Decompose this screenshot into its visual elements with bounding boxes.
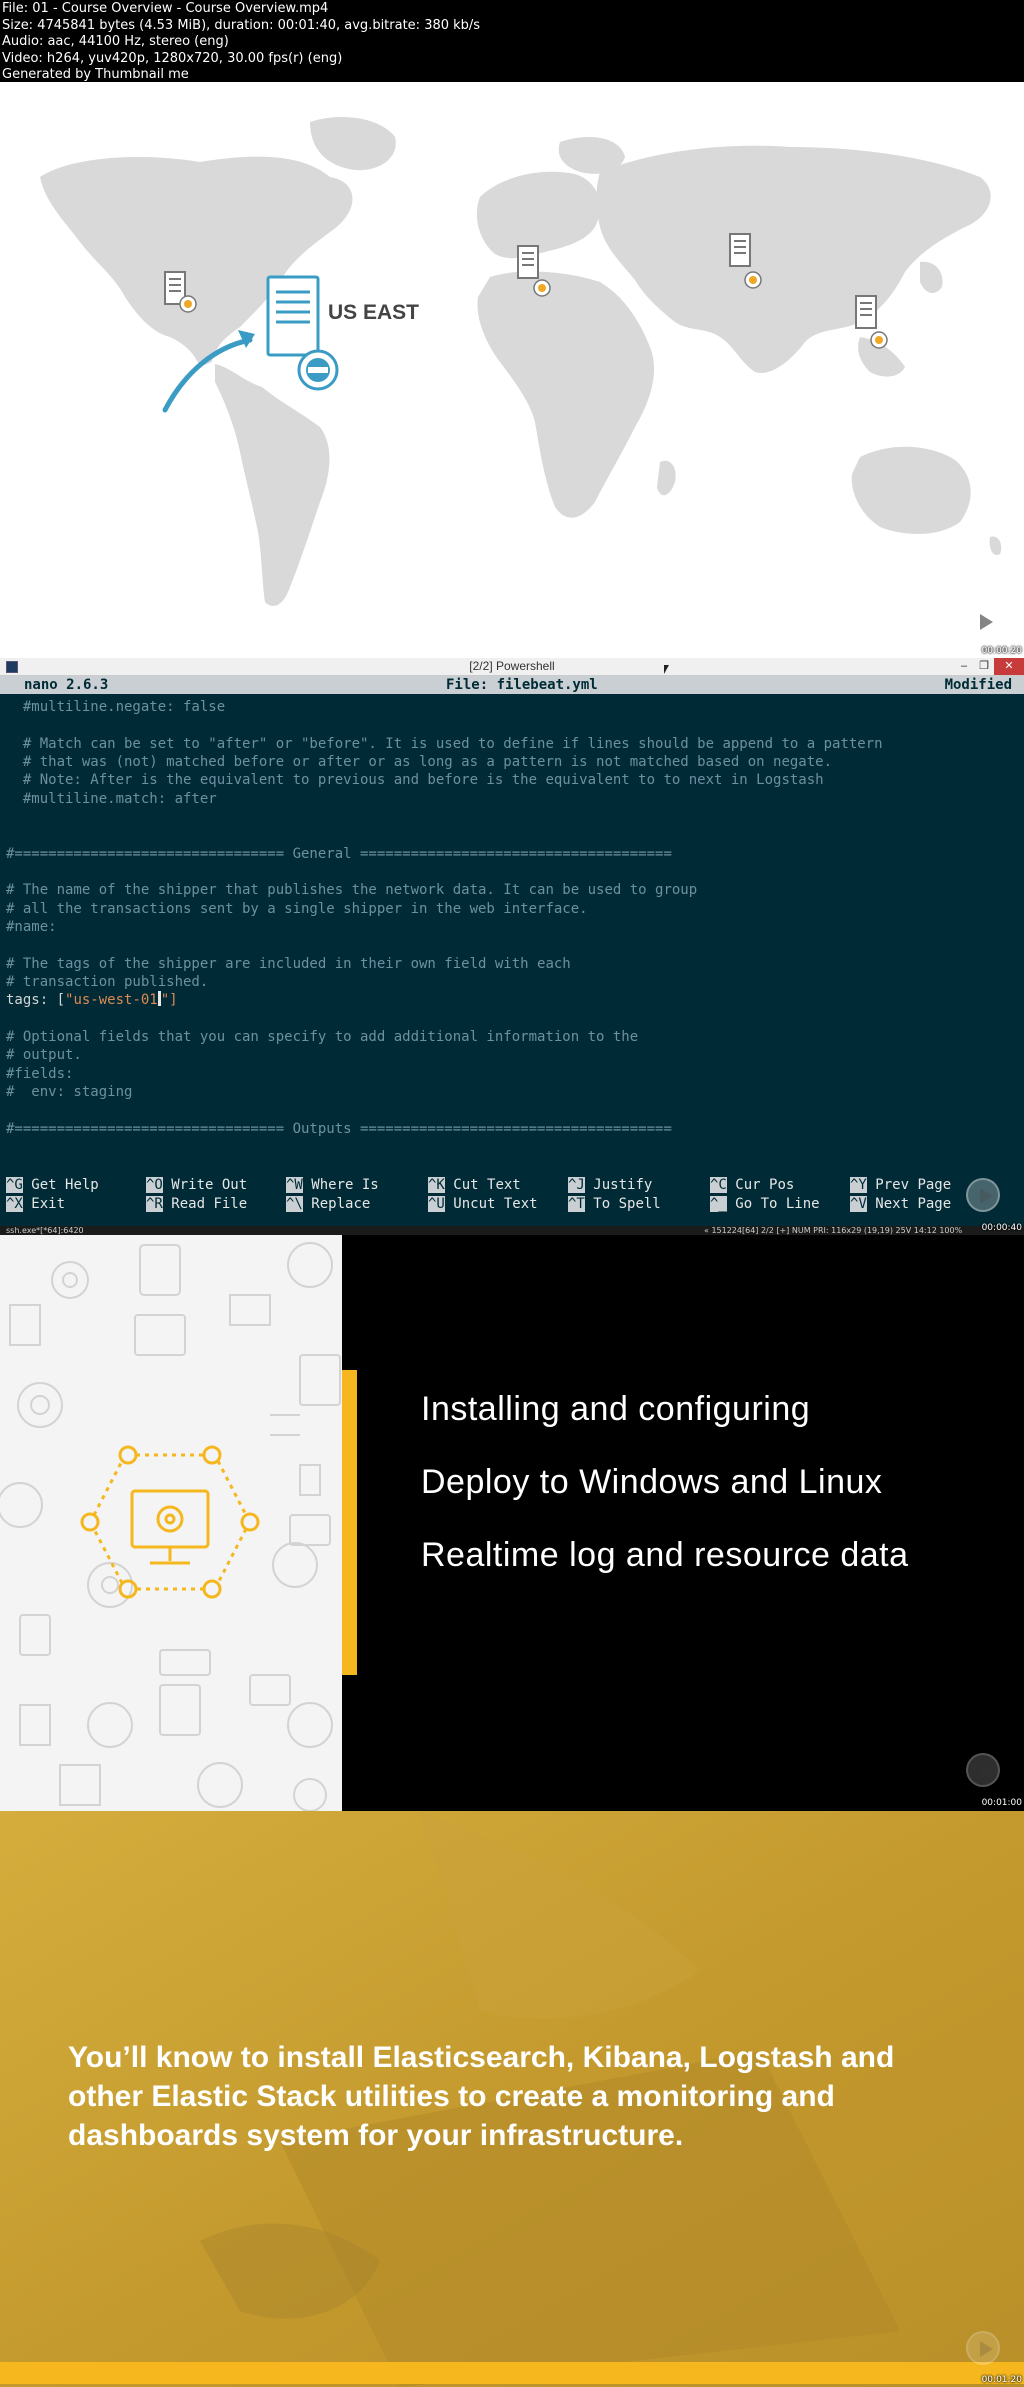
video-metadata: File: 01 - Course Overview - Course Over… [0,0,1024,82]
code-line: #================================ Output… [6,1121,672,1137]
accent-strip [342,1370,357,1675]
code-line: #multiline.negate: false [6,699,226,715]
tech-pattern-icons [0,1242,341,1811]
frame-timestamp: 00:01:00 [981,1798,1022,1808]
shortcut-cur-pos[interactable]: ^C Cur Pos [710,1176,794,1194]
shortcut-to-spell[interactable]: ^T To Spell [568,1195,661,1213]
shortcut-justify[interactable]: ^J Justify [568,1176,652,1194]
shortcut-write-out[interactable]: ^O Write Out [146,1176,247,1194]
window-titlebar: [2/2] Powershell – ❐ ✕ [0,658,1024,676]
code-line: #multiline.match: after [6,791,217,807]
code-line: # Match can be set to "after" or "before… [6,736,883,752]
status-right: « 151224[64] 2/2 [+] NUM PRI: 116x29 (19… [704,1226,963,1235]
meta-audio: Audio: aac, 44100 Hz, stereo (eng) [2,34,229,49]
code-line: # Optional fields that you can specify t… [6,1029,639,1045]
nano-header: nano 2.6.3 File: filebeat.yml Modified [0,676,1024,694]
powershell-icon [6,661,18,673]
code-line: # output. [6,1047,82,1063]
console-status-bar: ssh.exe*[*64]:6420 « 151224[64] 2/2 [+] … [0,1226,1024,1235]
mouse-cursor-icon [664,665,669,674]
code-line: #fields: [6,1066,74,1082]
meta-video: Video: h264, yuv420p, 1280x720, 30.00 fp… [2,50,343,66]
window-title: [2/2] Powershell [469,659,555,673]
tags-key: tags: [ [6,992,66,1008]
maximize-icon[interactable]: ❐ [974,658,994,675]
shortcut-get-help[interactable]: ^G Get Help [6,1176,99,1194]
nano-shortcut-bar: ^G Get Help ^O Write Out ^W Where Is ^K … [0,1176,1024,1220]
shortcut-next-page[interactable]: ^V Next Page [850,1195,951,1213]
nano-file-name: File: filebeat.yml [446,677,598,693]
code-line: # env: staging [6,1084,133,1100]
code-line: # The tags of the shipper are included i… [6,956,571,972]
frame-outcome-slide: You’ll know to install Elasticsearch, Ki… [0,1811,1024,2387]
meta-file: File: 01 - Course Overview - Course Over… [2,1,329,16]
tags-line[interactable]: tags: ["us-west-01 "] [6,991,178,1009]
code-line: #================================ Genera… [6,846,672,862]
play-button-icon[interactable] [966,1753,1000,1787]
meta-size: Size: 4745841 bytes (4.53 MiB), duration… [2,17,481,33]
code-line: #name: [6,919,57,935]
shortcut-where-is[interactable]: ^W Where Is [286,1176,379,1194]
nano-version: nano 2.6.3 [24,677,109,693]
code-line: # all the transactions sent by a single … [6,901,588,917]
shortcut-uncut-text[interactable]: ^U Uncut Text [428,1195,538,1213]
code-line: # Note: After is the equivalent to previ… [6,772,824,788]
shortcut-prev-page[interactable]: ^Y Prev Page [850,1176,951,1194]
frame-world-map: US EAST 00:00:20 [0,82,1024,658]
slide-bullet: Realtime log and resource data [421,1536,909,1574]
shortcut-cut-text[interactable]: ^K Cut Text [428,1176,521,1194]
window-controls: – ❐ ✕ [954,658,1024,675]
code-line: # The name of the shipper that publishes… [6,882,698,898]
frame-timestamp: 00:00:20 [981,646,1022,656]
frame-timestamp: 00:01:20 [981,2375,1022,2385]
play-button-icon[interactable] [966,604,1000,638]
shortcut-read-file[interactable]: ^R Read File [146,1195,247,1213]
status-left: ssh.exe*[*64]:6420 [6,1226,84,1235]
tags-end: "] [160,992,178,1008]
accent-bar [0,2362,1024,2384]
code-line: # transaction published. [6,974,209,990]
nano-editor[interactable]: nano 2.6.3 File: filebeat.yml Modified #… [0,676,1024,1226]
code-line: # that was (not) matched before or after… [6,754,833,770]
shortcut-replace[interactable]: ^\ Replace [286,1195,370,1213]
close-icon[interactable]: ✕ [994,658,1024,675]
frame-timestamp: 00:00:40 [981,1223,1022,1233]
slide-bullet: Deploy to Windows and Linux [421,1463,883,1501]
shortcut-exit[interactable]: ^X Exit [6,1195,65,1213]
icon-pattern-background [0,1235,342,1811]
tags-value: "us-west-01 [65,992,158,1008]
frame-terminal: [2/2] Powershell – ❐ ✕ nano 2.6.3 File: … [0,658,1024,1235]
minimize-icon[interactable]: – [954,658,974,675]
frame-course-slide: Installing and configuring Deploy to Win… [0,1235,1024,1811]
play-button-icon[interactable] [966,2331,1000,2365]
world-map [40,117,1002,607]
nano-modified-flag: Modified [944,677,1012,693]
shortcut-go-to-line[interactable]: ^_ Go To Line [710,1195,820,1213]
play-button-icon[interactable] [966,1178,1000,1212]
outcome-text: You’ll know to install Elasticsearch, Ki… [68,2041,895,2152]
region-label: US EAST [328,301,420,324]
slide-bullet: Installing and configuring [421,1390,811,1428]
